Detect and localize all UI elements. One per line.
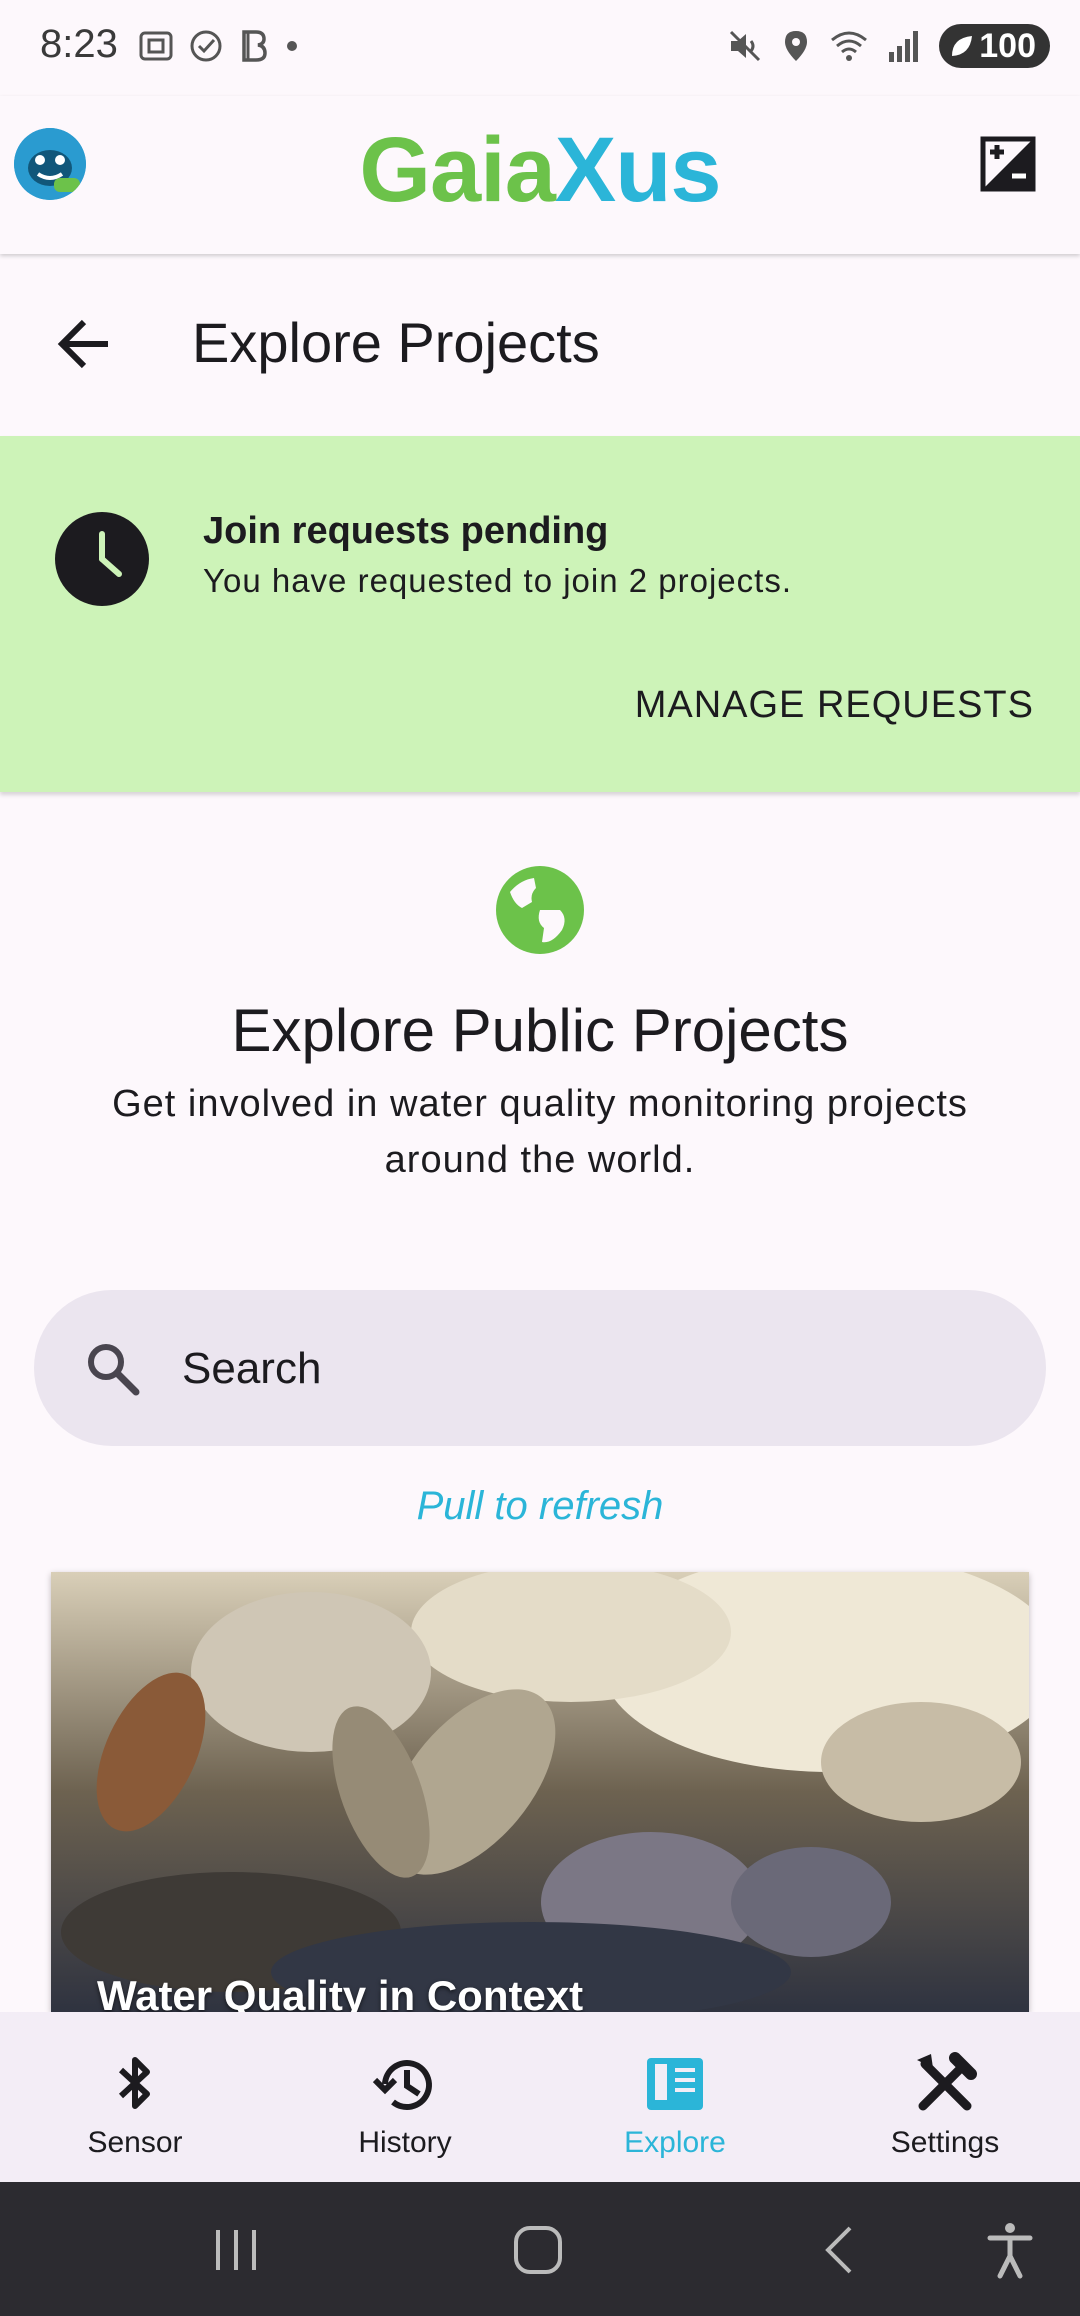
- pull-to-refresh-hint: Pull to refresh: [416, 1484, 664, 1528]
- status-left-icons: [138, 28, 302, 64]
- banner-title: Join requests pending: [203, 510, 609, 552]
- system-nav-bar: [0, 2182, 1080, 2316]
- app-bar: GaiaXus: [0, 96, 1080, 254]
- clock-icon: [55, 512, 149, 606]
- status-bar: 8:23 100: [0, 0, 1080, 96]
- battery-level: 100: [979, 26, 1036, 65]
- arrow-back-icon[interactable]: [52, 312, 116, 376]
- accessibility-icon[interactable]: [978, 2218, 1042, 2282]
- search-bar[interactable]: [34, 1290, 1046, 1446]
- explore-subtitle: Get involved in water quality monitoring…: [112, 1083, 968, 1181]
- nav-label-sensor: Sensor: [87, 2126, 183, 2159]
- recent-apps-icon[interactable]: [204, 2218, 268, 2282]
- project-card[interactable]: Water Quality in Context: [51, 1572, 1029, 2012]
- page-title: Explore Projects: [192, 311, 600, 374]
- page-header: Explore Projects: [0, 256, 1080, 436]
- exposure-icon[interactable]: [980, 136, 1036, 192]
- status-right-icons: 100: [727, 24, 1050, 68]
- leaf-icon: [952, 36, 973, 56]
- join-requests-banner: Join requests pending You have requested…: [0, 436, 1080, 792]
- banner-text: You have requested to join 2 projects.: [203, 562, 792, 599]
- nav-label-settings: Settings: [890, 2126, 1000, 2159]
- nav-label-history: History: [358, 2126, 452, 2159]
- globe-icon: [496, 866, 584, 954]
- project-name: Water Quality in Context: [97, 1972, 584, 2012]
- nav-item-sensor[interactable]: Sensor: [0, 2012, 270, 2182]
- b-app-icon: [242, 30, 267, 62]
- wifi-icon: [831, 31, 868, 61]
- status-time: 8:23: [40, 22, 118, 66]
- system-back-icon[interactable]: [810, 2218, 874, 2282]
- search-icon: [88, 1344, 140, 1396]
- nav-item-settings[interactable]: Settings: [810, 2012, 1080, 2182]
- bottom-nav: Sensor History Explore Settings: [0, 2012, 1080, 2182]
- dot-icon: [287, 41, 297, 51]
- signal-icon: [889, 31, 919, 62]
- explore-book-icon: [647, 2058, 703, 2110]
- bluetooth-icon: [118, 2057, 150, 2109]
- explore-title: Explore Public Projects: [231, 997, 849, 1064]
- check-circle-icon: [190, 30, 222, 62]
- tools-icon: [917, 2052, 977, 2111]
- home-icon[interactable]: [506, 2218, 570, 2282]
- location-icon: [785, 31, 808, 61]
- app-title: GaiaXus: [0, 118, 1080, 223]
- app-title-part1: Gaia: [359, 119, 555, 221]
- nav-item-history[interactable]: History: [270, 2012, 540, 2182]
- history-icon: [372, 2060, 432, 2110]
- app-title-part2: Xus: [554, 119, 722, 221]
- manage-requests-button[interactable]: MANAGE REQUESTS: [635, 684, 1034, 727]
- mute-icon: [730, 30, 761, 62]
- battery-icon: 100: [939, 24, 1050, 68]
- search-input[interactable]: [180, 1330, 984, 1408]
- nav-label-explore: Explore: [624, 2126, 726, 2159]
- project-image: [51, 1572, 1029, 2012]
- nav-item-explore[interactable]: Explore: [540, 2012, 810, 2182]
- screenshot-icon: [139, 31, 173, 61]
